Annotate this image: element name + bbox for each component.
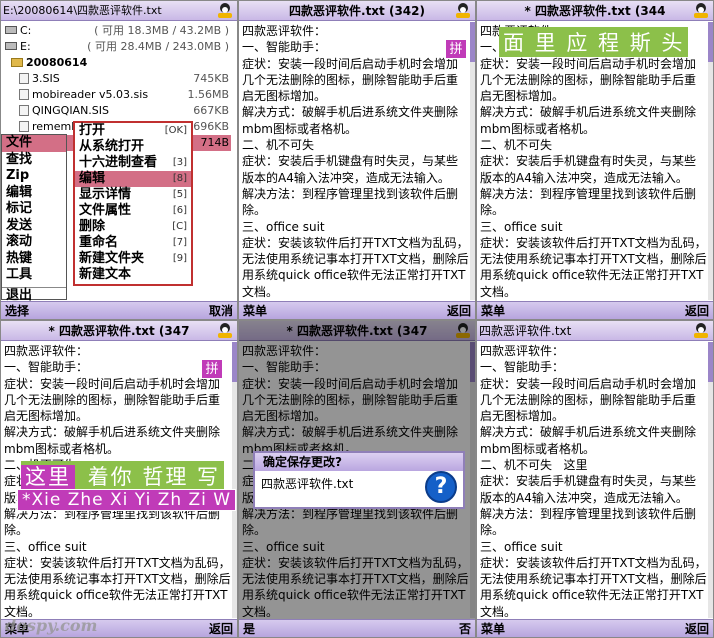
text-content[interactable]: 四款恶评软件： 一、智能助手： 症状：安装一段时间后启动手机时会增加几个无法删除…	[242, 23, 469, 299]
editor-title: 四款恶评软件.txt	[477, 321, 713, 341]
question-icon: ?	[425, 471, 457, 503]
dialog-title: 确定保存更改?	[255, 453, 463, 471]
softkey-cancel[interactable]: 取消	[209, 302, 233, 319]
softkeys: 菜单 返回	[239, 301, 475, 319]
qq-penguin-icon	[693, 3, 709, 18]
softkey-yes[interactable]: 是	[243, 620, 255, 637]
ime-candidate-strip[interactable]: 这里 着你 哲理 写	[21, 461, 225, 491]
drive-c-row[interactable]: C:( 可用 18.3MB / 43.2MB )	[1, 23, 231, 39]
inserted-text: 这里	[563, 458, 588, 473]
qq-penguin-icon	[693, 323, 709, 338]
file-manager-panel: E:\20080614\四款恶评软件.txt C:( 可用 18.3MB / 4…	[0, 0, 238, 320]
submenu-new-folder[interactable]: 新建文件夹 [9]	[75, 251, 191, 267]
drive-e-row[interactable]: E:( 可用 28.4MB / 243.0MB )	[1, 39, 231, 55]
folder-icon	[11, 58, 23, 67]
ime-pinyin-badge: 拼	[201, 359, 223, 379]
menu-item-edit[interactable]: 编辑	[2, 185, 66, 202]
submenu-open[interactable]: 打开 [OK]	[75, 123, 191, 139]
editor-title: 四款恶评软件.txt (342)	[239, 1, 475, 21]
editor-title: * 四款恶评软件.txt (347	[1, 321, 237, 341]
menu-item-hotkey[interactable]: 热键	[2, 251, 66, 268]
submenu-edit[interactable]: 编辑 [8]	[75, 171, 191, 187]
editor-title: * 四款恶评软件.txt (344	[477, 1, 713, 21]
menu-item-find[interactable]: 查找	[2, 152, 66, 169]
submenu-properties[interactable]: 文件属性 [6]	[75, 203, 191, 219]
scrollbar[interactable]	[232, 342, 237, 618]
menu-item-tools[interactable]: 工具	[2, 267, 66, 284]
menu-item-scroll[interactable]: 滚动	[2, 234, 66, 251]
submenu-hex-view[interactable]: 十六进制查看 [3]	[75, 155, 191, 171]
drive-icon	[5, 26, 17, 34]
ime-pinyin-badge: 拼	[445, 39, 467, 59]
save-confirm-dialog: 确定保存更改? 四款恶评软件.txt ?	[253, 451, 465, 509]
softkeys: 是 否	[239, 619, 475, 637]
file-submenu: 打开 [OK] 从系统打开 十六进制查看 [3] 编辑 [8] 显示详情 [5] 文件属…	[73, 121, 193, 286]
editor-panel-4: * 四款恶评软件.txt (347 四款恶评软件： 一、智能助手： 症状：安装一…	[0, 320, 238, 638]
softkey-select[interactable]: 选择	[5, 302, 29, 319]
scrollbar[interactable]	[708, 342, 713, 618]
file-icon	[19, 73, 29, 84]
submenu-new-text[interactable]: 新建文本	[75, 267, 191, 283]
softkey-back[interactable]: 返回	[447, 302, 471, 319]
qq-penguin-icon	[217, 3, 233, 18]
submenu-rename[interactable]: 重命名 [7]	[75, 235, 191, 251]
softkey-no[interactable]: 否	[459, 620, 471, 637]
ime-candidate-strip[interactable]: 面 里 应 程 斯 头	[499, 27, 689, 57]
softkey-back[interactable]: 返回	[685, 302, 709, 319]
file-icon	[19, 121, 29, 132]
qq-penguin-icon	[217, 323, 233, 338]
softkey-menu[interactable]: 菜单	[243, 302, 267, 319]
file-row[interactable]: mobireader v5.03.sis 1.56MB	[1, 87, 231, 103]
ime-candidate-selected[interactable]: 这里	[21, 465, 75, 489]
text-content[interactable]: 四款恶评软件： 一、智能助手： 症状：安装一段时间后启动手机时会增加几个无法删除…	[480, 23, 707, 299]
softkeys: 选择 取消	[1, 301, 237, 319]
folder-row[interactable]: 20080614	[1, 55, 231, 71]
ime-pinyin-strip[interactable]: *Xie Zhe Xi Yi Zh Zi W	[17, 489, 237, 511]
ime-candidate-others[interactable]: 着你 哲理 写	[84, 465, 224, 489]
submenu-delete[interactable]: 删除 [C]	[75, 219, 191, 235]
softkey-back[interactable]: 返回	[685, 620, 709, 637]
qq-penguin-icon	[455, 3, 471, 18]
softkeys: 菜单 返回	[477, 301, 713, 319]
options-menu: 文件 查找 Zip 编辑 标记 发送 滚动 热键 工具 退出	[1, 134, 67, 303]
softkey-menu[interactable]: 菜单	[481, 302, 505, 319]
scrollbar[interactable]	[708, 22, 713, 300]
menu-item-zip[interactable]: Zip	[2, 168, 66, 185]
text-content[interactable]: 四款恶评软件： 一、智能助手： 症状：安装一段时间后启动手机时会增加几个无法删除…	[480, 343, 707, 617]
submenu-open-system[interactable]: 从系统打开	[75, 139, 191, 155]
menu-item-file[interactable]: 文件	[2, 135, 66, 152]
softkey-back[interactable]: 返回	[209, 620, 233, 637]
dospy-watermark: dospy.com	[5, 616, 98, 635]
file-row[interactable]: 3.SIS 745KB	[1, 71, 231, 87]
file-icon	[19, 105, 29, 116]
drive-icon	[5, 42, 17, 50]
softkey-menu[interactable]: 菜单	[481, 620, 505, 637]
submenu-details[interactable]: 显示详情 [5]	[75, 187, 191, 203]
fm-title: E:\20080614\四款恶评软件.txt	[1, 1, 237, 21]
editor-panel-3: * 四款恶评软件.txt (344 四款恶评软件： 一、智能助手： 症状：安装一…	[476, 0, 714, 320]
menu-item-send[interactable]: 发送	[2, 218, 66, 235]
editor-panel-5: * 四款恶评软件.txt (347 四款恶评软件： 一、智能助手： 症状：安装一…	[238, 320, 476, 638]
softkeys: 菜单 返回	[477, 619, 713, 637]
file-icon	[19, 89, 29, 100]
editor-panel-6: 四款恶评软件.txt 四款恶评软件： 一、智能助手： 症状：安装一段时间后启动手…	[476, 320, 714, 638]
menu-item-mark[interactable]: 标记	[2, 201, 66, 218]
editor-panel-2: 四款恶评软件.txt (342) 四款恶评软件： 一、智能助手： 症状：安装一段…	[238, 0, 476, 320]
file-row[interactable]: QINGQIAN.SIS 667KB	[1, 103, 231, 119]
scrollbar[interactable]	[470, 22, 475, 300]
